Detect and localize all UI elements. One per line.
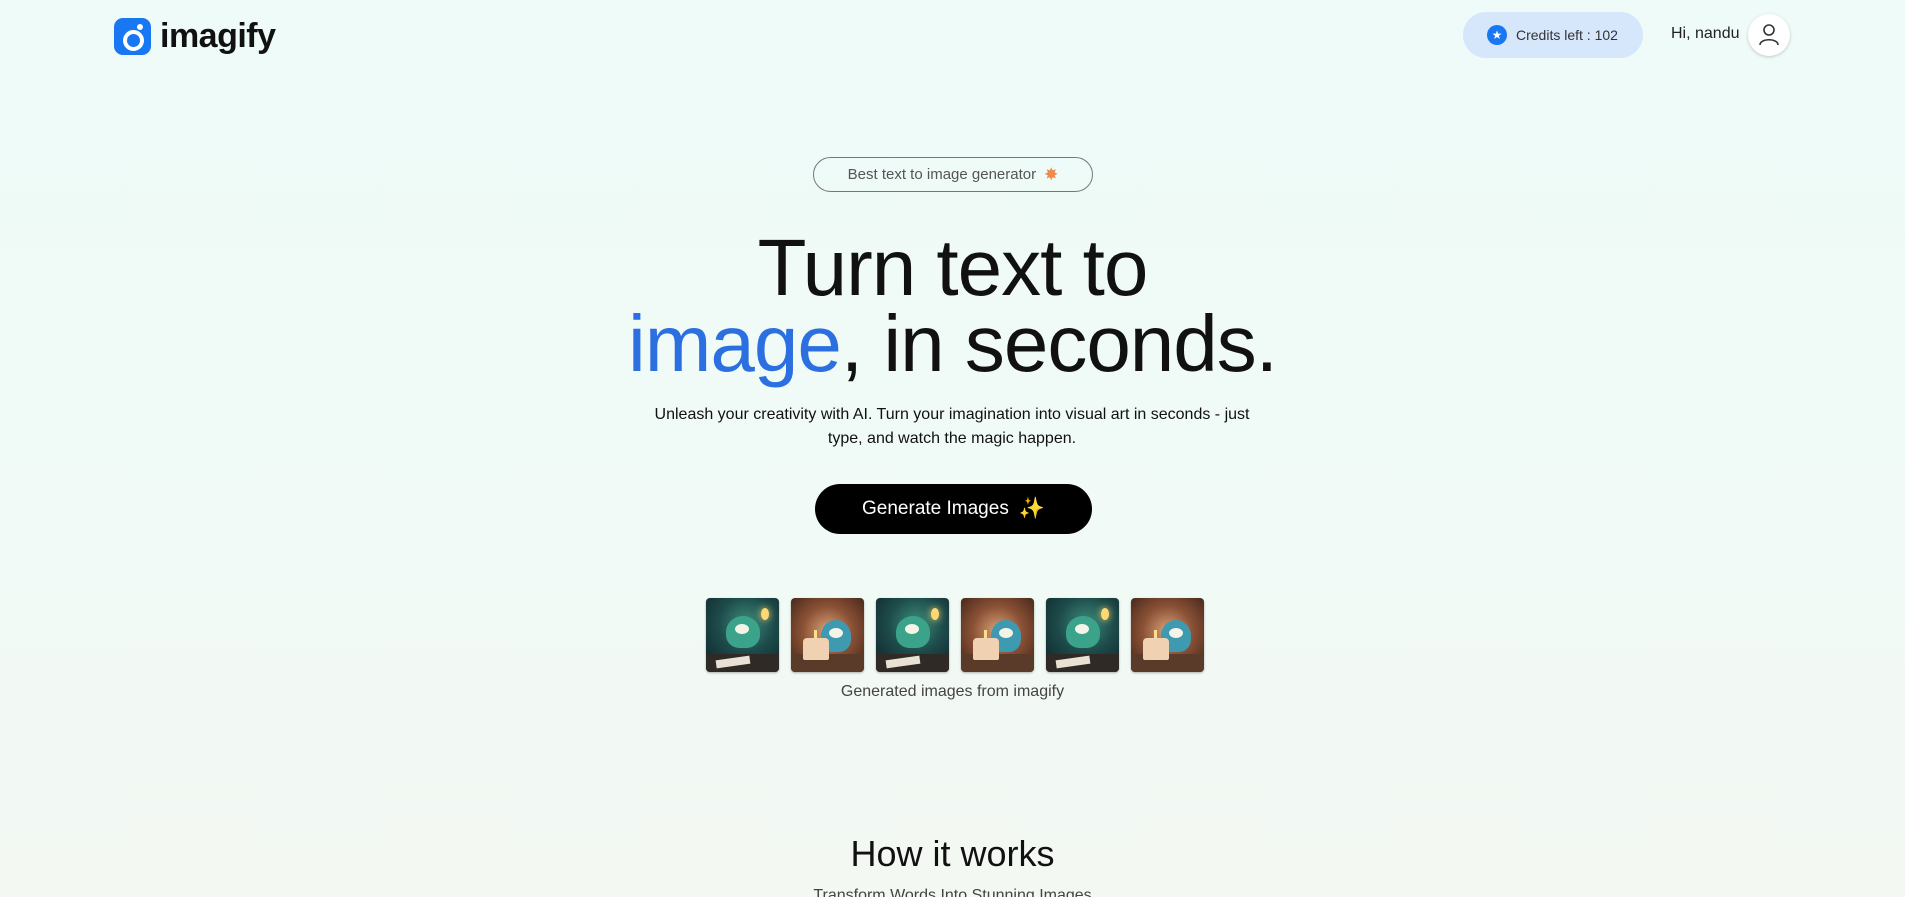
sample-image[interactable] [1046, 598, 1119, 672]
headline-accent: image [627, 299, 842, 388]
user-icon [1759, 24, 1779, 46]
top-navbar: imagify ★ Credits left : 102 Hi, nandu [0, 0, 1905, 72]
sample-image[interactable] [876, 598, 949, 672]
cta-label: Generate Images [862, 498, 1009, 519]
credits-label: Credits left : 102 [1516, 27, 1618, 43]
generate-images-button[interactable]: Generate Images ✨ [815, 484, 1092, 534]
imagify-logo-icon [114, 18, 151, 55]
user-greeting: Hi, nandu [1671, 25, 1740, 42]
badge-text: Best text to image generator [847, 166, 1037, 183]
sparkles-icon: ✨ [1018, 497, 1045, 520]
star-burst-icon: ✸ [1044, 164, 1059, 184]
hero-subtitle: Unleash your creativity with AI. Turn yo… [654, 406, 1250, 447]
sample-image[interactable] [961, 598, 1034, 672]
logo-text: imagify [160, 17, 276, 55]
credits-button[interactable]: ★ Credits left : 102 [1463, 12, 1643, 58]
how-it-works-subtitle: Transform Words Into Stunning Images [813, 887, 1092, 897]
sample-image[interactable] [1131, 598, 1204, 672]
gallery-caption: Generated images from imagify [840, 683, 1065, 700]
hero-badge: Best text to image generator ✸ [813, 157, 1093, 192]
how-it-works-title: How it works [850, 833, 1055, 874]
sample-image[interactable] [706, 598, 779, 672]
user-avatar[interactable] [1748, 14, 1790, 56]
hero-headline: Turn text to image, in seconds. [0, 228, 1905, 384]
star-icon: ★ [1487, 25, 1507, 45]
page: imagify ★ Credits left : 102 Hi, nandu B… [0, 0, 1905, 897]
sample-image[interactable] [791, 598, 864, 672]
sample-gallery [706, 598, 1204, 672]
headline-rest: , in seconds. [840, 299, 1278, 388]
logo[interactable]: imagify [114, 17, 276, 56]
